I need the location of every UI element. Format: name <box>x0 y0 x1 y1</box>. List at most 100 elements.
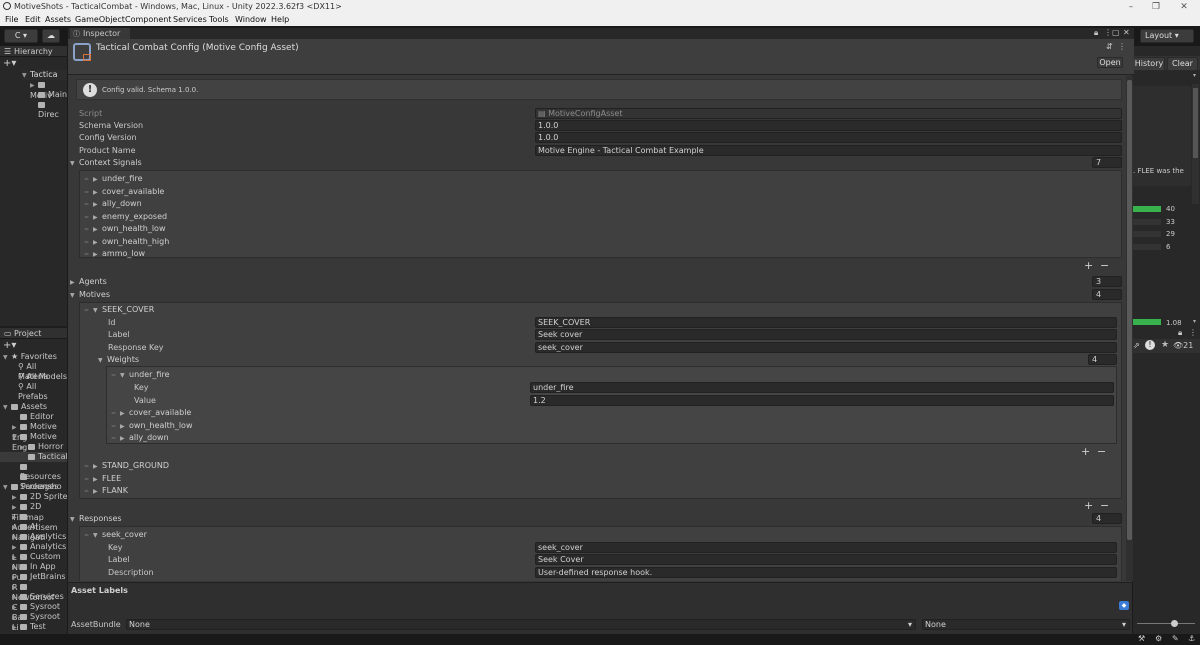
asset-folder[interactable]: Editor <box>20 412 54 422</box>
maximize-icon[interactable]: ❐ <box>1149 1 1163 13</box>
zoom-slider[interactable] <box>1133 616 1200 630</box>
add-element-button[interactable]: + <box>1081 445 1090 458</box>
context-signal-item[interactable]: = ▶ ammo_low <box>84 249 145 258</box>
assets-header[interactable]: ▼ Assets <box>3 402 47 412</box>
weight-foldout[interactable]: = ▶ own_health_low <box>111 421 193 430</box>
close-icon[interactable]: ✕ <box>1177 1 1191 13</box>
menu-window[interactable]: Window <box>235 15 267 24</box>
motive-foldout[interactable]: = ▶ FLEE <box>84 474 121 483</box>
asset-folder[interactable]: Resources <box>20 462 68 481</box>
clear-button[interactable]: Clear <box>1167 57 1198 71</box>
menu-services[interactable]: Services <box>173 15 207 24</box>
weight-foldout[interactable]: = ▶ cover_available <box>111 408 191 417</box>
asset-folder[interactable]: ▼ Motive Eng <box>12 432 68 452</box>
package-folder[interactable]: ▶ AI Navigati <box>12 522 68 542</box>
favorite-item[interactable]: ⚲ All Materia <box>18 362 68 381</box>
create-icon[interactable]: +▾ <box>3 340 16 351</box>
filter-icon[interactable]: ⇗ <box>1133 341 1140 350</box>
responses-count[interactable]: 4 <box>1092 513 1122 524</box>
response-description-field[interactable]: User-defined response hook. <box>535 567 1117 578</box>
drag-handle-icon[interactable]: = <box>84 463 93 470</box>
maximize-icon[interactable]: ▢ <box>1112 28 1120 37</box>
status-icon[interactable]: ⚙ <box>1155 634 1162 643</box>
slider-handle[interactable] <box>1171 620 1178 627</box>
package-folder[interactable]: ▶ 2D Sprite <box>12 492 68 502</box>
context-signals-count[interactable]: 7 <box>1092 157 1122 168</box>
tag-icon[interactable]: ◆ <box>1119 601 1129 610</box>
package-folder[interactable]: ▶ Analytics <box>12 532 66 542</box>
weight-key-field[interactable]: under_fire <box>530 382 1114 393</box>
hierarchy-scene-row[interactable]: ▼ Tactica <box>22 70 68 80</box>
remove-element-button[interactable]: − <box>1100 499 1109 512</box>
drag-handle-icon[interactable]: = <box>84 214 93 221</box>
package-folder[interactable]: ▶Newtonsof <box>12 582 68 602</box>
menu-kebab-icon[interactable]: ⋮ <box>1118 42 1126 51</box>
package-folder[interactable]: ▶ 2D Tilemap <box>12 502 68 522</box>
inspector-scrollbar[interactable] <box>1126 76 1133 581</box>
drag-handle-icon[interactable]: = <box>84 201 93 208</box>
layout-dropdown[interactable]: Layout ▾ <box>1140 29 1194 43</box>
status-icon[interactable]: ✎ <box>1172 634 1179 643</box>
favorite-item[interactable]: ⚲ All Models <box>18 372 67 382</box>
star-icon[interactable]: ★ <box>1161 340 1169 350</box>
asset-folder-selected[interactable]: Tactical <box>0 452 68 462</box>
package-folder[interactable]: ▶ Custom NU <box>12 552 68 572</box>
menu-edit[interactable]: Edit <box>25 15 41 24</box>
menu-kebab-icon[interactable]: ⋮ <box>1189 328 1197 337</box>
remove-element-button[interactable]: − <box>1100 259 1109 272</box>
response-key-field[interactable]: seek_cover <box>535 342 1117 353</box>
weight-value-field[interactable]: 1.2 <box>530 395 1114 406</box>
context-signal-item[interactable]: = ▶ enemy_exposed <box>84 212 167 221</box>
weights-count[interactable]: 4 <box>1088 354 1117 365</box>
drag-handle-icon[interactable]: = <box>84 476 93 483</box>
drag-handle-icon[interactable]: = <box>84 226 93 233</box>
menu-component[interactable]: Component <box>125 15 171 24</box>
dropdown-arrow-icon[interactable]: ▾ <box>1193 72 1196 79</box>
account-button[interactable]: C ▾ <box>4 29 38 43</box>
menu-assets[interactable]: Assets <box>45 15 71 24</box>
add-element-button[interactable]: + <box>1084 499 1093 512</box>
agents-foldout[interactable]: ▶ Agents <box>70 277 107 286</box>
product-name-field[interactable]: Motive Engine - Tactical Combat Example <box>535 145 1122 156</box>
package-folder[interactable]: ▶Test Framework <box>12 622 68 642</box>
hierarchy-row[interactable]: Direc <box>38 100 68 119</box>
drag-handle-icon[interactable]: = <box>84 307 93 314</box>
packages-header[interactable]: ▼ Packages <box>3 482 58 492</box>
context-signal-item[interactable]: = ▶ own_health_high <box>84 237 169 246</box>
package-folder[interactable]: ▶ In App Pur <box>12 562 68 582</box>
motive-foldout[interactable]: = ▶ STAND_GROUND <box>84 461 169 470</box>
project-tab[interactable]: ▭ Project <box>0 328 68 339</box>
create-icon[interactable]: +▾ <box>3 58 16 69</box>
open-button[interactable]: Open <box>1097 57 1123 68</box>
context-signal-item[interactable]: = ▶ own_health_low <box>84 224 166 233</box>
inspector-tab[interactable]: ⓘ Inspector <box>70 28 130 39</box>
responses-foldout[interactable]: ▼ Responses <box>70 514 122 523</box>
config-version-field[interactable]: 1.0.0 <box>535 132 1122 143</box>
close-icon[interactable]: ✕ <box>1123 28 1130 37</box>
motive-foldout[interactable]: = ▼ SEEK_COVER <box>84 305 154 314</box>
context-signal-item[interactable]: = ▶ ally_down <box>84 199 142 208</box>
drag-handle-icon[interactable]: = <box>84 488 93 495</box>
context-signal-item[interactable]: = ▶ under_fire <box>84 174 143 183</box>
lock-icon[interactable]: 🔒︎ <box>1094 28 1098 38</box>
add-element-button[interactable]: + <box>1084 259 1093 272</box>
schema-version-field[interactable]: 1.0.0 <box>535 120 1122 131</box>
response-foldout[interactable]: = ▼ seek_cover <box>84 530 147 539</box>
drag-handle-icon[interactable]: = <box>84 251 93 258</box>
package-folder[interactable]: ▶Advertisem <box>12 512 68 532</box>
menu-file[interactable]: File <box>5 15 18 24</box>
weights-foldout[interactable]: ▼ Weights <box>98 355 139 364</box>
drag-handle-icon[interactable]: = <box>84 189 93 196</box>
response-key-field[interactable]: seek_cover <box>535 542 1117 553</box>
motives-count[interactable]: 4 <box>1092 289 1122 300</box>
package-folder[interactable]: ▶ Analytics L <box>12 542 68 562</box>
drag-handle-icon[interactable]: = <box>111 372 120 379</box>
drag-handle-icon[interactable]: = <box>111 410 120 417</box>
menu-gameobject[interactable]: GameObject <box>75 15 125 24</box>
package-folder[interactable]: ▶ JetBrains R <box>12 572 68 592</box>
scrollbar-thumb[interactable] <box>1193 88 1198 158</box>
minimize-icon[interactable]: – <box>1124 1 1138 13</box>
assetbundle-dropdown[interactable]: None ▾ <box>126 619 916 630</box>
asset-folder[interactable]: ▶Motive Eng <box>12 422 68 442</box>
drag-handle-icon[interactable]: = <box>84 239 93 246</box>
